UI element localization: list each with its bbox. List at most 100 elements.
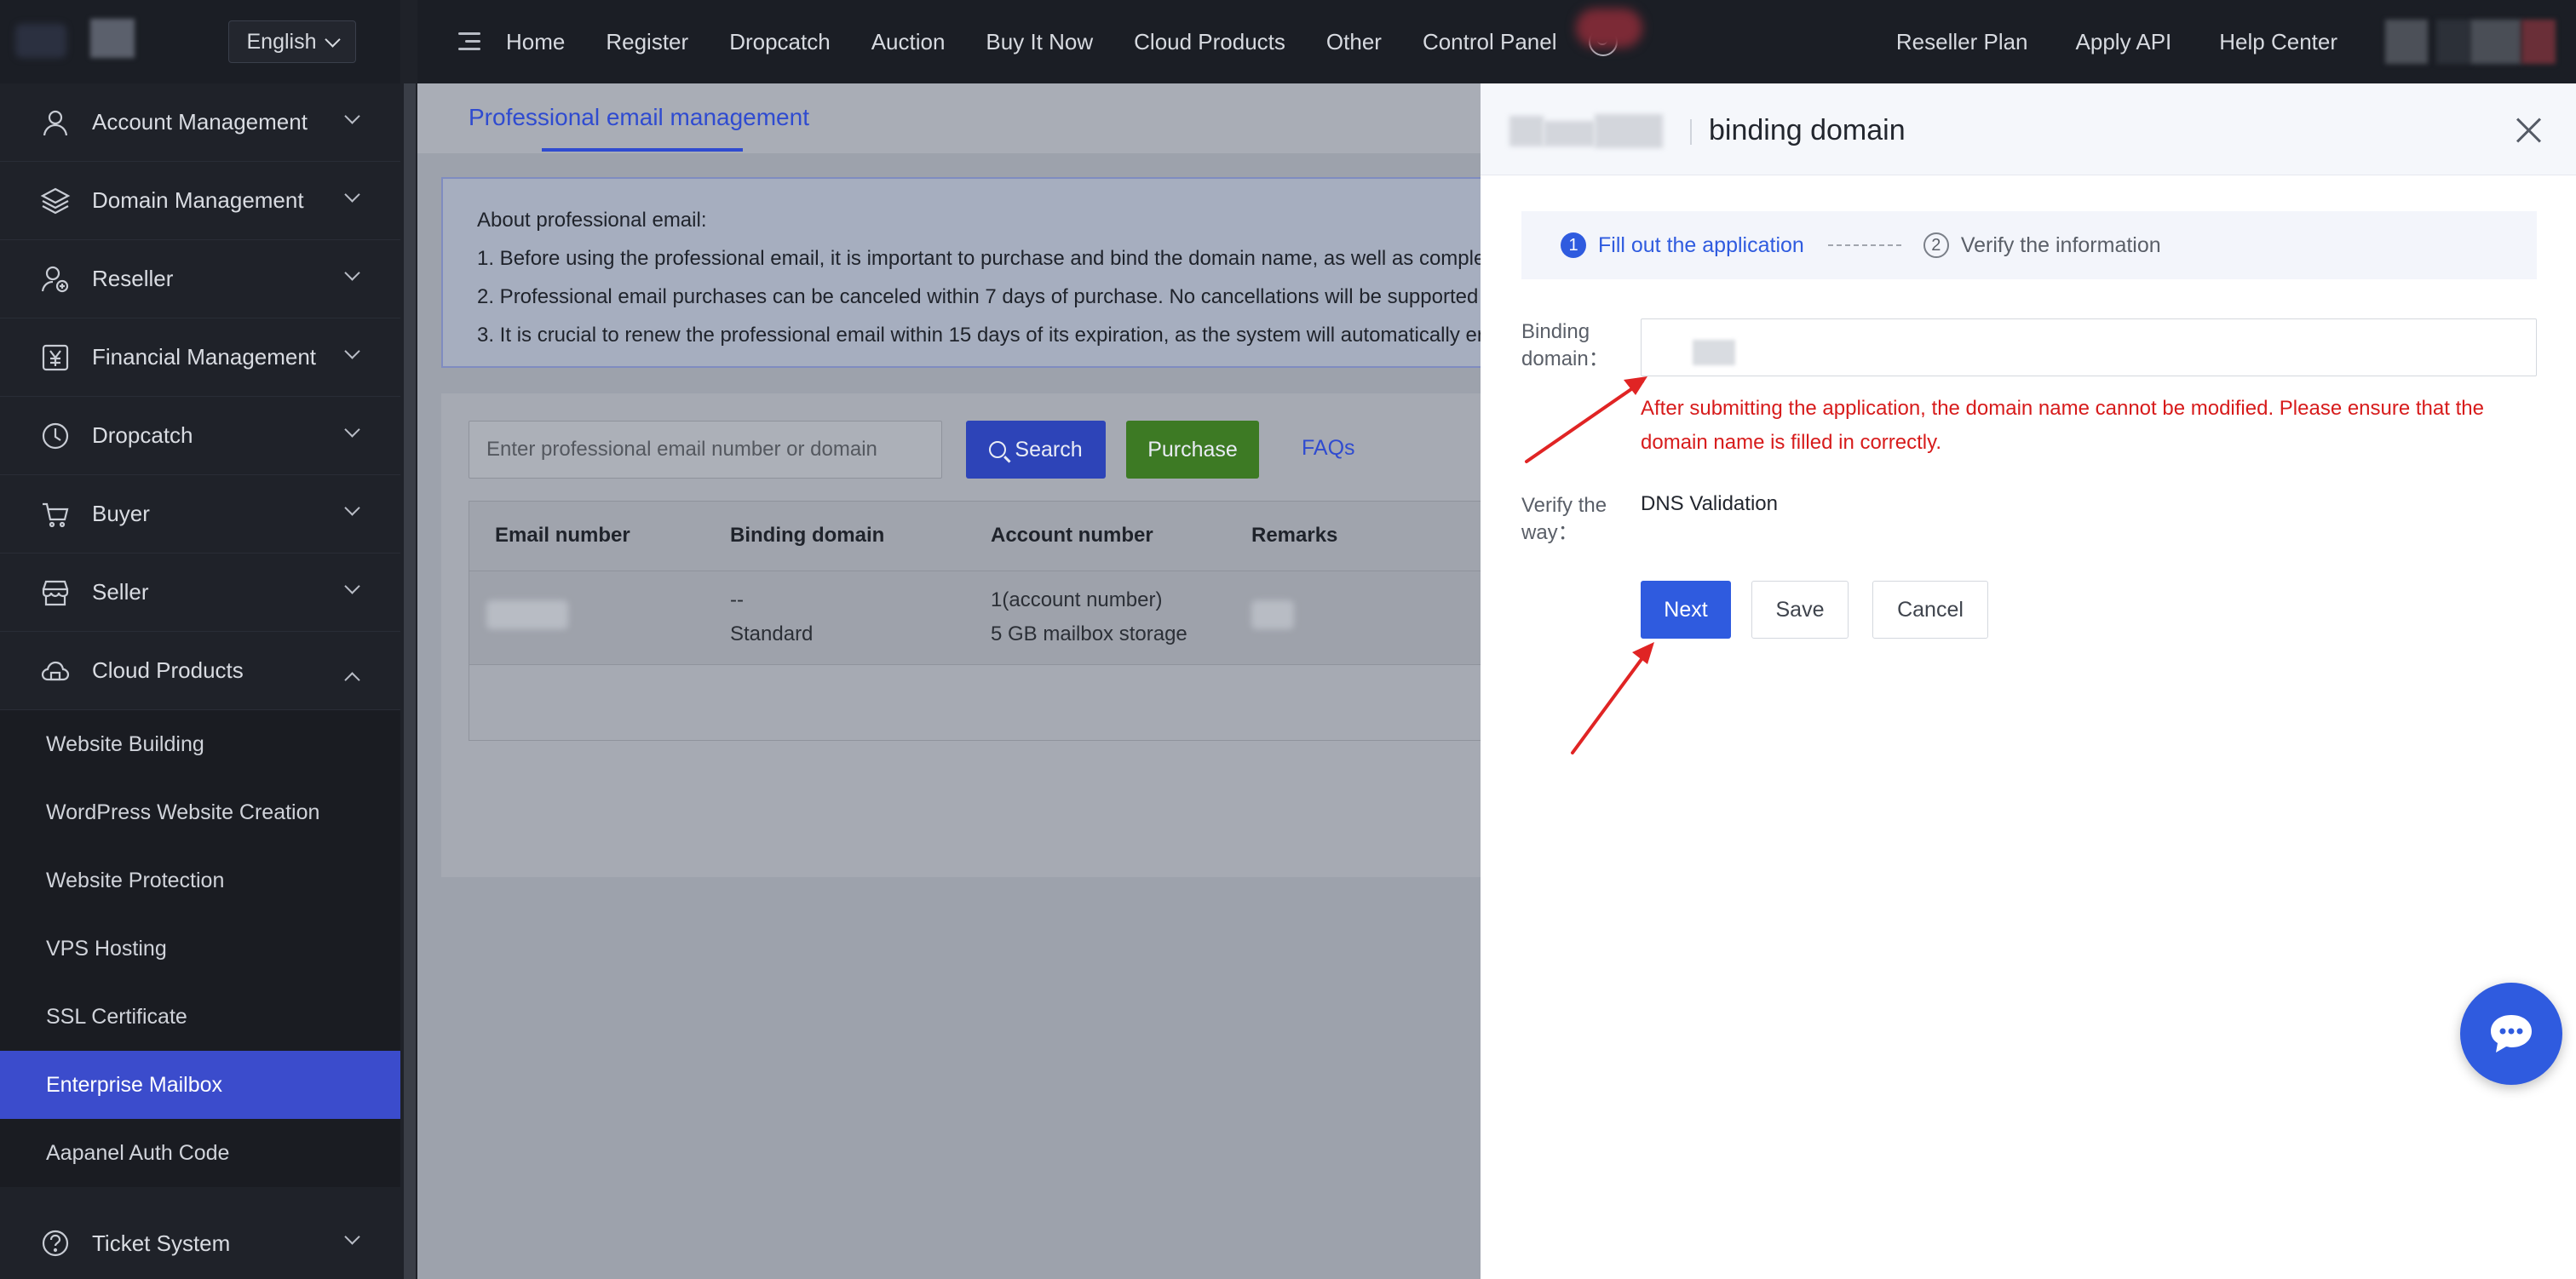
- column-header: Account number: [991, 524, 1153, 547]
- sidebar-item-label: Domain Management: [92, 187, 304, 213]
- chevron-down-icon: [324, 31, 341, 48]
- nav-register[interactable]: Register: [606, 29, 688, 55]
- sidebar-item-label: Cloud Products: [92, 657, 244, 683]
- sidebar-sub-item[interactable]: SSL Certificate: [0, 983, 400, 1051]
- search-icon: [989, 441, 1007, 458]
- notice-line: 2. Professional email purchases can be c…: [477, 285, 1479, 308]
- nav-home[interactable]: Home: [506, 29, 565, 55]
- chat-support-button[interactable]: [2460, 983, 2562, 1085]
- list-card: Enter professional email number or domai…: [441, 393, 1482, 877]
- remarks-redacted: [1251, 600, 1294, 629]
- sidebar-header: English: [0, 0, 400, 83]
- user-icon: [39, 106, 72, 139]
- sidebar-item-financial-management[interactable]: Financial Management: [0, 318, 400, 397]
- reseller-icon: [39, 263, 72, 295]
- nav-help-center[interactable]: Help Center: [2219, 29, 2337, 55]
- drawer-logo: [1509, 114, 1680, 148]
- notification-badge[interactable]: [1576, 9, 1642, 48]
- layers-icon: [39, 185, 72, 217]
- purchase-button[interactable]: Purchase: [1126, 421, 1259, 479]
- email-number-redacted: [486, 600, 568, 629]
- column-header: Remarks: [1251, 524, 1338, 547]
- user-avatar[interactable]: [2385, 20, 2556, 64]
- notice-line: 1. Before using the professional email, …: [477, 247, 1482, 270]
- help-icon: [39, 1227, 72, 1259]
- sidebar-item-label: Ticket System: [92, 1230, 231, 1256]
- step-connector: [1827, 244, 1901, 246]
- chevron-down-icon: [344, 265, 360, 281]
- binding-domain-drawer: binding domain 1 Fill out the applicatio…: [1481, 83, 2576, 1279]
- sidebar-item-label: Buyer: [92, 501, 150, 526]
- notice-line: 3. It is crucial to renew the profession…: [477, 324, 1482, 347]
- chevron-down-icon: [344, 500, 360, 516]
- search-input[interactable]: Enter professional email number or domai…: [469, 421, 942, 479]
- sidebar-item-label: Seller: [92, 579, 149, 605]
- nav-buy-it-now[interactable]: Buy It Now: [986, 29, 1093, 55]
- nav-auction[interactable]: Auction: [871, 29, 946, 55]
- cell-account-number: 1(account number) 5 GB mailbox storage: [991, 583, 1187, 651]
- notice-title: About professional email:: [477, 209, 707, 232]
- store-icon: [39, 576, 72, 609]
- storage-value: 5 GB mailbox storage: [991, 622, 1187, 645]
- clock-icon: [39, 420, 72, 452]
- sidebar-sub-item-active[interactable]: Enterprise Mailbox: [0, 1051, 400, 1119]
- sidebar-sub-item[interactable]: Aapanel Auth Code: [0, 1119, 400, 1187]
- search-button-label: Search: [1015, 437, 1083, 462]
- faqs-link[interactable]: FAQs: [1302, 436, 1355, 461]
- sidebar-item-label: Account Management: [92, 109, 308, 135]
- chevron-down-icon: [344, 578, 360, 594]
- sidebar-item-seller[interactable]: Seller: [0, 553, 400, 632]
- table-row[interactable]: -- Standard 1(account number) 5 GB mailb…: [469, 571, 1482, 665]
- sidebar: English Account Management Domain Manage…: [0, 0, 416, 1279]
- step-2-label: Verify the information: [1960, 232, 2161, 257]
- save-button[interactable]: Save: [1751, 581, 1849, 639]
- language-select[interactable]: English: [228, 20, 356, 63]
- binding-domain-value: --: [730, 588, 744, 611]
- top-nav: Home Register Dropcatch Auction Buy It N…: [417, 0, 2576, 83]
- sidebar-item-reseller[interactable]: Reseller: [0, 240, 400, 318]
- sidebar-sub-item[interactable]: WordPress Website Creation: [0, 778, 400, 846]
- yen-icon: [39, 341, 72, 374]
- verify-way-value: DNS Validation: [1641, 492, 1778, 515]
- sidebar-sub-item[interactable]: VPS Hosting: [0, 915, 400, 983]
- next-button[interactable]: Next: [1641, 581, 1731, 639]
- sidebar-item-buyer[interactable]: Buyer: [0, 475, 400, 553]
- sidebar-scrollbar[interactable]: [404, 83, 416, 1279]
- cart-icon: [39, 498, 72, 531]
- column-header: Binding domain: [730, 524, 885, 547]
- sidebar-item-domain-management[interactable]: Domain Management: [0, 162, 400, 240]
- cloud-products-submenu: Website Building WordPress Website Creat…: [0, 710, 400, 1187]
- logo[interactable]: [15, 15, 152, 58]
- domain-warning: After submitting the application, the do…: [1641, 397, 2484, 454]
- step-1-badge: 1: [1561, 232, 1586, 258]
- sidebar-item-cloud-products[interactable]: Cloud Products: [0, 632, 400, 710]
- drawer-title: binding domain: [1709, 114, 1906, 146]
- menu-toggle-icon[interactable]: [458, 32, 480, 51]
- column-header: Email number: [495, 524, 630, 547]
- chevron-up-icon: [344, 672, 360, 688]
- account-number-value: 1(account number): [991, 588, 1163, 611]
- search-button[interactable]: Search: [966, 421, 1106, 479]
- cell-binding-domain: -- Standard: [730, 583, 813, 651]
- nav-reseller-plan[interactable]: Reseller Plan: [1896, 29, 2028, 55]
- binding-domain-input[interactable]: [1641, 318, 2537, 376]
- cancel-button[interactable]: Cancel: [1872, 581, 1988, 639]
- nav-dropcatch[interactable]: Dropcatch: [729, 29, 831, 55]
- steps-bar: 1 Fill out the application 2 Verify the …: [1521, 211, 2537, 279]
- sidebar-item-ticket-system[interactable]: Ticket System: [0, 1204, 400, 1279]
- nav-cloud-products[interactable]: Cloud Products: [1134, 29, 1285, 55]
- close-icon[interactable]: [2516, 118, 2542, 143]
- cloud-icon: [39, 655, 72, 687]
- drawer-header: binding domain: [1481, 83, 2576, 175]
- sidebar-sub-item[interactable]: Website Building: [0, 710, 400, 778]
- nav-other[interactable]: Other: [1326, 29, 1382, 55]
- table-header: Email number Binding domain Account numb…: [469, 502, 1482, 571]
- sidebar-item-dropcatch[interactable]: Dropcatch: [0, 397, 400, 475]
- sidebar-item-label: Reseller: [92, 266, 174, 291]
- nav-control-panel[interactable]: Control Panel: [1423, 29, 1557, 55]
- tab-underline: [542, 148, 743, 152]
- tab-professional-email[interactable]: Professional email management: [469, 104, 809, 131]
- sidebar-sub-item[interactable]: Website Protection: [0, 846, 400, 915]
- sidebar-item-account-management[interactable]: Account Management: [0, 83, 400, 162]
- nav-apply-api[interactable]: Apply API: [2076, 29, 2172, 55]
